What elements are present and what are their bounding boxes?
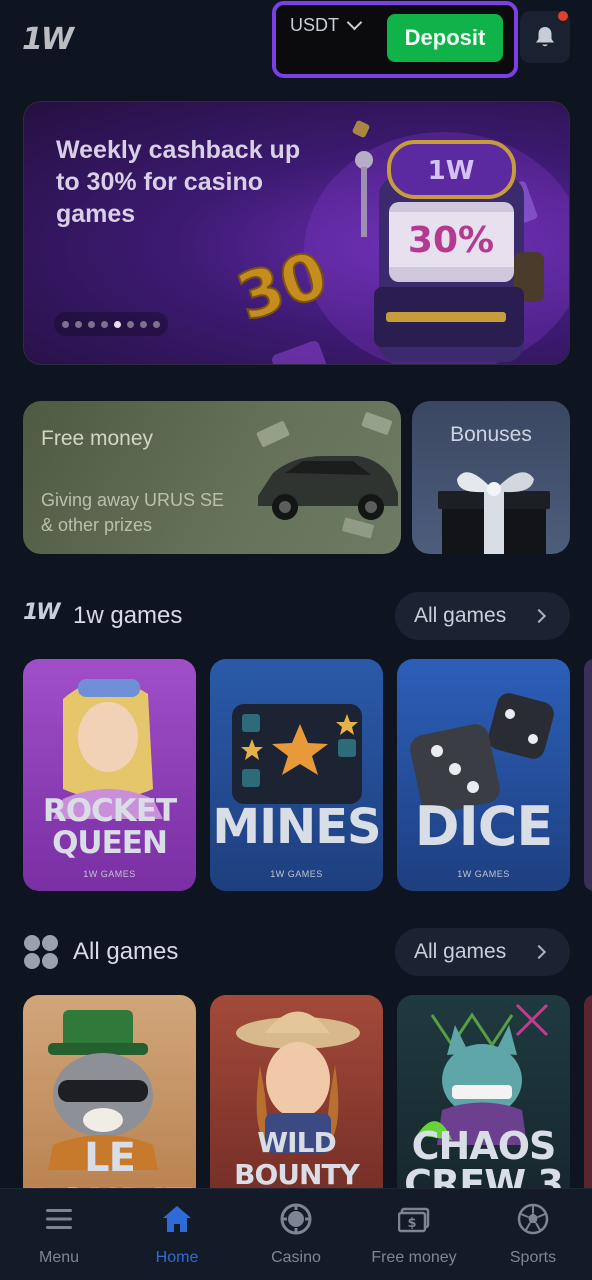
soccer-ball-icon xyxy=(517,1203,549,1235)
1w-games-row: ROCKET QUEEN 1W GAMES MINES 1W GAMES DIC… xyxy=(23,659,592,891)
chevron-right-icon xyxy=(531,944,547,960)
top-header: 1W USDT Deposit xyxy=(0,0,592,84)
free-money-card[interactable]: Free money Giving away URUS SE & other p… xyxy=(23,401,401,554)
carousel-dot[interactable] xyxy=(62,320,69,328)
svg-text:$: $ xyxy=(407,1216,416,1231)
nav-label: Home xyxy=(155,1249,199,1266)
game-tile-partial[interactable] xyxy=(584,995,592,1188)
game-name: WILD BOUNTY SHOWDOWN xyxy=(234,1126,360,1189)
carousel-dot[interactable] xyxy=(75,320,82,328)
carousel-dot[interactable] xyxy=(101,320,108,328)
home-icon xyxy=(163,1206,191,1232)
carousel-dot[interactable] xyxy=(153,320,160,328)
game-name: CHAOS CREW 3 xyxy=(404,1124,564,1188)
menu-icon xyxy=(46,1209,72,1229)
game-name: DICE xyxy=(414,795,553,858)
game-tile-le-bandit[interactable]: LE BANDIT xyxy=(23,995,196,1188)
1w-logo-icon: 1W xyxy=(23,600,61,625)
cash-icon: $ xyxy=(398,1207,430,1233)
bell-icon xyxy=(536,27,554,47)
all-games-label: All games xyxy=(414,940,507,963)
deposit-button[interactable]: Deposit xyxy=(387,14,503,62)
game-name: LE BANDIT xyxy=(27,1135,192,1188)
bonuses-title: Bonuses xyxy=(450,423,532,446)
chevron-right-icon xyxy=(531,608,547,624)
mines-art xyxy=(232,704,362,804)
all-games-label: All games xyxy=(414,604,507,627)
nav-casino[interactable]: Casino xyxy=(237,1189,355,1280)
section-all-games-header: All games All games xyxy=(23,928,570,976)
carousel-dot[interactable] xyxy=(88,320,95,328)
game-tile-chaos-crew-3[interactable]: CHAOS CREW 3 xyxy=(397,995,570,1188)
nav-label: Casino xyxy=(271,1249,321,1266)
game-name: MINES xyxy=(212,799,381,855)
all-games-row: LE BANDIT WILD BOUNTY SHOWDOWN CHAOS CRE… xyxy=(23,995,592,1188)
free-money-title: Free money xyxy=(41,427,154,450)
game-tile-rocket-queen[interactable]: ROCKET QUEEN 1W GAMES xyxy=(23,659,196,891)
carousel-dot-active[interactable] xyxy=(114,320,121,328)
chevron-down-icon xyxy=(346,14,363,31)
nav-label: Sports xyxy=(509,1249,557,1266)
all-games-button[interactable]: All games xyxy=(395,592,570,640)
game-tile-mines[interactable]: MINES 1W GAMES xyxy=(210,659,383,891)
currency-selector[interactable]: USDT xyxy=(290,14,363,36)
wallet-panel: USDT Deposit xyxy=(272,1,518,78)
section-title: All games xyxy=(73,938,179,965)
section-title: 1w games xyxy=(73,602,183,629)
game-name: ROCKET QUEEN xyxy=(42,793,177,861)
carousel-dot[interactable] xyxy=(127,320,134,328)
carousel-dot[interactable] xyxy=(140,320,147,328)
game-provider: 1W GAMES xyxy=(83,869,136,879)
game-tile-wild-bounty-showdown[interactable]: WILD BOUNTY SHOWDOWN xyxy=(210,995,383,1188)
logo[interactable]: 1W xyxy=(22,22,74,57)
section-1w-games-header: 1W 1w games All games xyxy=(23,592,570,640)
currency-label: USDT xyxy=(290,15,339,35)
bottom-navigation: Menu Home Casino $ Free money Sports xyxy=(0,1188,592,1280)
game-tile-partial[interactable] xyxy=(584,659,592,891)
all-games-button[interactable]: All games xyxy=(395,928,570,976)
banner-title: Weekly cashback up to 30% for casino gam… xyxy=(56,136,301,228)
slot-reels-text: 30% xyxy=(408,220,494,261)
nav-label: Menu xyxy=(38,1249,80,1266)
game-provider: 1W GAMES xyxy=(270,869,323,879)
game-tile-dice[interactable]: DICE 1W GAMES xyxy=(397,659,570,891)
nav-home[interactable]: Home xyxy=(118,1189,236,1280)
game-provider: 1W GAMES xyxy=(457,869,510,879)
slot-logo: 1W xyxy=(428,156,475,186)
carousel-dots xyxy=(54,312,168,336)
nav-sports[interactable]: Sports xyxy=(474,1189,592,1280)
promo-banner[interactable]: 1W 30% 30 Weekly cashback up to 30% for … xyxy=(23,101,570,365)
notifications-button[interactable] xyxy=(520,11,570,63)
bonuses-card[interactable]: Bonuses xyxy=(412,401,570,554)
nav-label: Free money xyxy=(371,1249,457,1266)
nav-menu[interactable]: Menu xyxy=(0,1189,118,1280)
nav-free-money[interactable]: $ Free money xyxy=(355,1189,473,1280)
casino-chip-icon xyxy=(280,1203,312,1235)
notification-dot xyxy=(558,11,568,21)
grid-icon xyxy=(24,935,58,969)
free-money-subtitle: Giving away URUS SE & other prizes xyxy=(41,490,225,535)
